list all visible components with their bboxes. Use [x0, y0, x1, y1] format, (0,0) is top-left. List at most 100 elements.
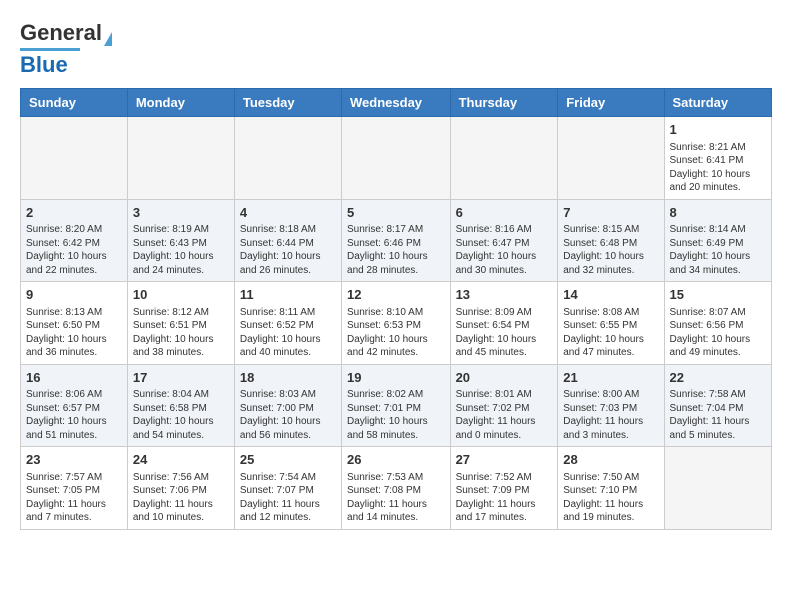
calendar-cell — [342, 117, 451, 200]
calendar-cell: 18Sunrise: 8:03 AM Sunset: 7:00 PM Dayli… — [234, 364, 341, 447]
calendar-cell: 23Sunrise: 7:57 AM Sunset: 7:05 PM Dayli… — [21, 447, 128, 530]
day-info: Sunrise: 8:08 AM Sunset: 6:55 PM Dayligh… — [563, 306, 658, 360]
day-number: 7 — [563, 204, 658, 222]
day-number: 26 — [347, 451, 445, 469]
day-number: 18 — [240, 369, 336, 387]
day-info: Sunrise: 7:57 AM Sunset: 7:05 PM Dayligh… — [26, 471, 122, 525]
day-number: 6 — [456, 204, 553, 222]
calendar-week-1: 1 Sunrise: 8:21 AM Sunset: 6:41 PM Daylig… — [21, 117, 772, 200]
day-info: Sunrise: 8:06 AM Sunset: 6:57 PM Dayligh… — [26, 388, 122, 442]
day-number: 4 — [240, 204, 336, 222]
calendar-cell: 16Sunrise: 8:06 AM Sunset: 6:57 PM Dayli… — [21, 364, 128, 447]
calendar-cell — [558, 117, 664, 200]
weekday-header-saturday: Saturday — [664, 89, 771, 117]
day-info: Sunrise: 7:50 AM Sunset: 7:10 PM Dayligh… — [563, 471, 658, 525]
day-info: Sunrise: 8:15 AM Sunset: 6:48 PM Dayligh… — [563, 223, 658, 277]
day-info: Sunrise: 8:21 AM Sunset: 6:41 PM Dayligh… — [670, 141, 766, 195]
calendar-table: SundayMondayTuesdayWednesdayThursdayFrid… — [20, 88, 772, 530]
calendar-week-5: 23Sunrise: 7:57 AM Sunset: 7:05 PM Dayli… — [21, 447, 772, 530]
weekday-header-monday: Monday — [127, 89, 234, 117]
day-info: Sunrise: 8:04 AM Sunset: 6:58 PM Dayligh… — [133, 388, 229, 442]
calendar-cell: 24 Sunrise: 7:56 AM Sunset: 7:06 PM Dayli… — [127, 447, 234, 530]
calendar-cell — [234, 117, 341, 200]
day-number: 22 — [670, 369, 766, 387]
day-number: 25 — [240, 451, 336, 469]
day-number: 14 — [563, 286, 658, 304]
weekday-header-sunday: Sunday — [21, 89, 128, 117]
day-number: 27 — [456, 451, 553, 469]
calendar-header-row: SundayMondayTuesdayWednesdayThursdayFrid… — [21, 89, 772, 117]
day-number: 16 — [26, 369, 122, 387]
calendar-cell — [450, 117, 558, 200]
day-info: Sunrise: 8:07 AM Sunset: 6:56 PM Dayligh… — [670, 306, 766, 360]
day-info: Sunrise: 7:53 AM Sunset: 7:08 PM Dayligh… — [347, 471, 445, 525]
calendar-cell — [21, 117, 128, 200]
day-info: Sunrise: 8:20 AM Sunset: 6:42 PM Dayligh… — [26, 223, 122, 277]
day-info: Sunrise: 8:17 AM Sunset: 6:46 PM Dayligh… — [347, 223, 445, 277]
calendar-cell: 1 Sunrise: 8:21 AM Sunset: 6:41 PM Daylig… — [664, 117, 771, 200]
calendar-cell: 6Sunrise: 8:16 AM Sunset: 6:47 PM Daylig… — [450, 199, 558, 282]
calendar-cell: 26 Sunrise: 7:53 AM Sunset: 7:08 PM Dayli… — [342, 447, 451, 530]
calendar-cell: 3Sunrise: 8:19 AM Sunset: 6:43 PM Daylig… — [127, 199, 234, 282]
day-number: 13 — [456, 286, 553, 304]
day-number: 28 — [563, 451, 658, 469]
calendar-cell: 9Sunrise: 8:13 AM Sunset: 6:50 PM Daylig… — [21, 282, 128, 365]
calendar-cell: 2Sunrise: 8:20 AM Sunset: 6:42 PM Daylig… — [21, 199, 128, 282]
calendar-cell — [664, 447, 771, 530]
calendar-cell: 4Sunrise: 8:18 AM Sunset: 6:44 PM Daylig… — [234, 199, 341, 282]
day-number: 10 — [133, 286, 229, 304]
day-number: 3 — [133, 204, 229, 222]
calendar-week-4: 16Sunrise: 8:06 AM Sunset: 6:57 PM Dayli… — [21, 364, 772, 447]
day-info: Sunrise: 8:10 AM Sunset: 6:53 PM Dayligh… — [347, 306, 445, 360]
calendar-cell: 11 Sunrise: 8:11 AM Sunset: 6:52 PM Dayli… — [234, 282, 341, 365]
calendar-cell: 19Sunrise: 8:02 AM Sunset: 7:01 PM Dayli… — [342, 364, 451, 447]
logo-triangle-icon — [104, 32, 112, 46]
day-number: 15 — [670, 286, 766, 304]
calendar-cell: 8Sunrise: 8:14 AM Sunset: 6:49 PM Daylig… — [664, 199, 771, 282]
day-info: Sunrise: 8:00 AM Sunset: 7:03 PM Dayligh… — [563, 388, 658, 442]
day-info: Sunrise: 8:09 AM Sunset: 6:54 PM Dayligh… — [456, 306, 553, 360]
logo-divider — [20, 48, 80, 51]
calendar-cell: 27 Sunrise: 7:52 AM Sunset: 7:09 PM Dayli… — [450, 447, 558, 530]
weekday-header-wednesday: Wednesday — [342, 89, 451, 117]
day-number: 24 — [133, 451, 229, 469]
day-info: Sunrise: 7:52 AM Sunset: 7:09 PM Dayligh… — [456, 471, 553, 525]
calendar-cell: 21Sunrise: 8:00 AM Sunset: 7:03 PM Dayli… — [558, 364, 664, 447]
day-info: Sunrise: 8:13 AM Sunset: 6:50 PM Dayligh… — [26, 306, 122, 360]
day-info: Sunrise: 8:12 AM Sunset: 6:51 PM Dayligh… — [133, 306, 229, 360]
day-number: 2 — [26, 204, 122, 222]
calendar-cell: 5Sunrise: 8:17 AM Sunset: 6:46 PM Daylig… — [342, 199, 451, 282]
day-number: 8 — [670, 204, 766, 222]
calendar-cell: 22Sunrise: 7:58 AM Sunset: 7:04 PM Dayli… — [664, 364, 771, 447]
weekday-header-thursday: Thursday — [450, 89, 558, 117]
day-info: Sunrise: 8:02 AM Sunset: 7:01 PM Dayligh… — [347, 388, 445, 442]
page-header: General Blue — [20, 20, 772, 78]
day-number: 21 — [563, 369, 658, 387]
calendar-cell: 25Sunrise: 7:54 AM Sunset: 7:07 PM Dayli… — [234, 447, 341, 530]
calendar-cell: 14 Sunrise: 8:08 AM Sunset: 6:55 PM Dayli… — [558, 282, 664, 365]
calendar-cell: 20Sunrise: 8:01 AM Sunset: 7:02 PM Dayli… — [450, 364, 558, 447]
day-info: Sunrise: 8:01 AM Sunset: 7:02 PM Dayligh… — [456, 388, 553, 442]
logo-blue: Blue — [20, 52, 68, 78]
day-number: 11 — [240, 286, 336, 304]
calendar-cell: 17Sunrise: 8:04 AM Sunset: 6:58 PM Dayli… — [127, 364, 234, 447]
weekday-header-tuesday: Tuesday — [234, 89, 341, 117]
day-number: 12 — [347, 286, 445, 304]
calendar-cell: 7Sunrise: 8:15 AM Sunset: 6:48 PM Daylig… — [558, 199, 664, 282]
calendar-cell — [127, 117, 234, 200]
day-number: 17 — [133, 369, 229, 387]
logo: General Blue — [20, 20, 112, 78]
day-info: Sunrise: 7:56 AM Sunset: 7:06 PM Dayligh… — [133, 471, 229, 525]
calendar-cell: 12 Sunrise: 8:10 AM Sunset: 6:53 PM Dayli… — [342, 282, 451, 365]
calendar-week-2: 2Sunrise: 8:20 AM Sunset: 6:42 PM Daylig… — [21, 199, 772, 282]
day-number: 1 — [670, 121, 766, 139]
day-number: 5 — [347, 204, 445, 222]
day-info: Sunrise: 8:03 AM Sunset: 7:00 PM Dayligh… — [240, 388, 336, 442]
weekday-header-friday: Friday — [558, 89, 664, 117]
calendar-cell: 10 Sunrise: 8:12 AM Sunset: 6:51 PM Dayli… — [127, 282, 234, 365]
logo-general: General — [20, 20, 102, 46]
day-info: Sunrise: 8:19 AM Sunset: 6:43 PM Dayligh… — [133, 223, 229, 277]
calendar-cell: 13 Sunrise: 8:09 AM Sunset: 6:54 PM Dayli… — [450, 282, 558, 365]
day-info: Sunrise: 8:11 AM Sunset: 6:52 PM Dayligh… — [240, 306, 336, 360]
calendar-cell: 28 Sunrise: 7:50 AM Sunset: 7:10 PM Dayli… — [558, 447, 664, 530]
